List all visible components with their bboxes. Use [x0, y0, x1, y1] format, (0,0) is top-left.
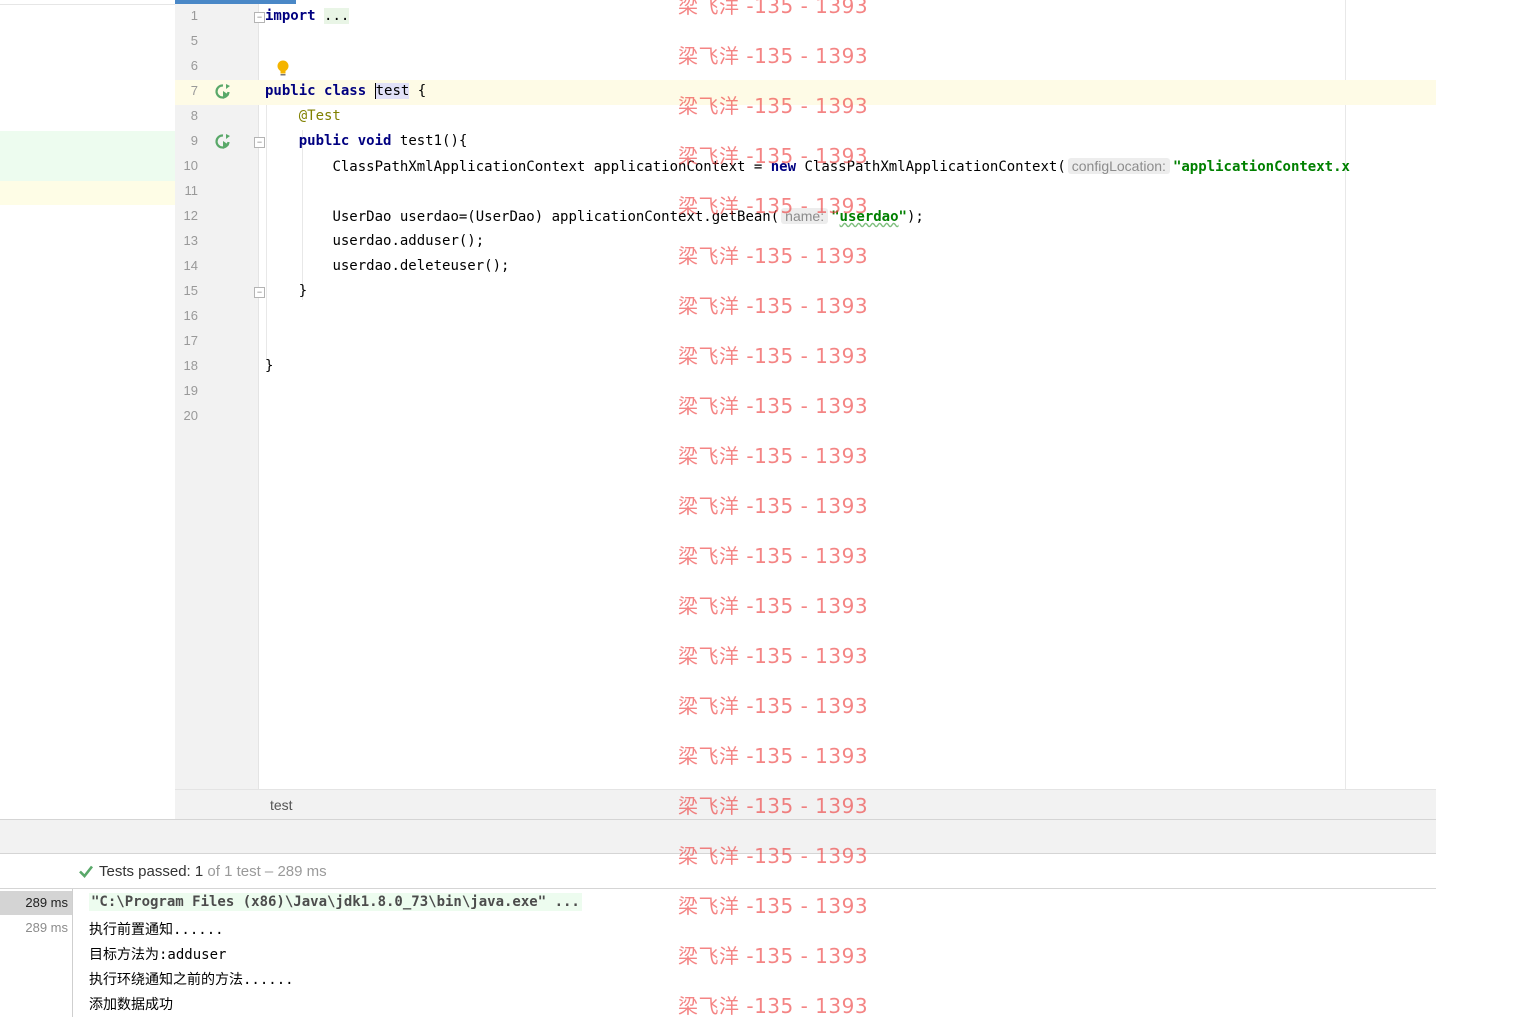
line-number: 5	[190, 33, 198, 48]
test-duration[interactable]: 289 ms	[25, 920, 68, 935]
watermark-text: 梁飞洋 -135 - 1393	[678, 494, 869, 518]
watermark-text: 梁飞洋 -135 - 1393	[678, 894, 869, 918]
fold-end-icon[interactable]: −	[254, 287, 265, 298]
console-line: 目标方法为:adduser	[89, 947, 227, 963]
watermark-text: 梁飞洋 -135 - 1393	[678, 394, 869, 418]
project-panel-edge	[0, 0, 175, 820]
watermark-text: 梁飞洋 -135 - 1393	[678, 994, 869, 1018]
line-number: 7	[190, 83, 198, 98]
line-number: 18	[183, 358, 198, 373]
class-name: test	[374, 83, 410, 99]
watermark-text: 梁飞洋 -135 - 1393	[678, 594, 869, 618]
line-number: 8	[190, 108, 198, 123]
watermark-text: 梁飞洋 -135 - 1393	[678, 0, 869, 18]
active-tab-indicator	[175, 0, 296, 4]
run-test-icon[interactable]	[214, 83, 232, 101]
code-text: @Test	[298, 108, 341, 124]
code-text: import ...	[265, 8, 350, 24]
watermark-text: 梁飞洋 -135 - 1393	[678, 294, 869, 318]
watermark-text: 梁飞洋 -135 - 1393	[678, 444, 869, 468]
code-text: userdao.deleteuser();	[332, 258, 510, 274]
breadcrumb-class[interactable]: test	[270, 797, 293, 813]
test-tree[interactable]: 289 ms 289 ms	[0, 889, 73, 1017]
line-number: 15	[183, 283, 198, 298]
line-number: 16	[183, 308, 198, 323]
code-text: }	[298, 283, 308, 299]
line-number: 19	[183, 383, 198, 398]
watermark-text: 梁飞洋 -135 - 1393	[678, 44, 869, 68]
lightbulb-icon[interactable]	[276, 60, 290, 78]
watermark-text: 梁飞洋 -135 - 1393	[678, 944, 869, 968]
test-status-text: Tests passed: 1 of 1 test – 289 ms	[99, 863, 327, 880]
run-test-icon[interactable]	[214, 133, 232, 151]
console-line: 执行前置通知......	[89, 922, 224, 938]
line-number: 13	[183, 233, 198, 248]
line-number: 6	[190, 58, 198, 73]
line-number: 10	[183, 158, 198, 173]
watermark-text: 梁飞洋 -135 - 1393	[678, 144, 869, 168]
check-icon	[79, 865, 94, 878]
line-number: 9	[190, 133, 198, 148]
watermark-text: 梁飞洋 -135 - 1393	[678, 694, 869, 718]
folded-imports[interactable]: ...	[324, 8, 350, 24]
line-number: 11	[184, 183, 199, 198]
test-duration-selected[interactable]: 289 ms	[0, 891, 72, 915]
code-text: public class test {	[265, 83, 427, 99]
code-text: public void test1(){	[298, 133, 468, 149]
watermark-text: 梁飞洋 -135 - 1393	[678, 94, 869, 118]
line-number: 12	[183, 208, 198, 223]
watermark-text: 梁飞洋 -135 - 1393	[678, 244, 869, 268]
watermark-text: 梁飞洋 -135 - 1393	[678, 744, 869, 768]
line-number: 20	[183, 408, 198, 423]
watermark-text: 梁飞洋 -135 - 1393	[678, 794, 869, 818]
code-text: }	[265, 358, 274, 374]
watermark-text: 梁飞洋 -135 - 1393	[678, 544, 869, 568]
watermark-text: 梁飞洋 -135 - 1393	[678, 344, 869, 368]
parameter-hint: configLocation:	[1067, 158, 1170, 174]
line-number: 1	[190, 8, 198, 23]
code-text: userdao.adduser();	[332, 233, 485, 249]
watermark-text: 梁飞洋 -135 - 1393	[678, 194, 869, 218]
panel-border	[0, 4, 175, 5]
fold-toggle-icon[interactable]: −	[254, 137, 265, 148]
line-number: 14	[183, 258, 198, 273]
tree-selection-highlight	[0, 131, 175, 181]
console-command-line: "C:\Program Files (x86)\Java\jdk1.8.0_73…	[89, 893, 582, 911]
watermark-text: 梁飞洋 -135 - 1393	[678, 644, 869, 668]
console-line: 添加数据成功	[89, 997, 173, 1013]
line-number: 17	[183, 333, 198, 348]
console-line: 执行环绕通知之前的方法......	[89, 972, 294, 988]
fold-toggle-icon[interactable]: −	[254, 12, 265, 23]
tree-current-highlight	[0, 181, 175, 205]
watermark-text: 梁飞洋 -135 - 1393	[678, 844, 869, 868]
